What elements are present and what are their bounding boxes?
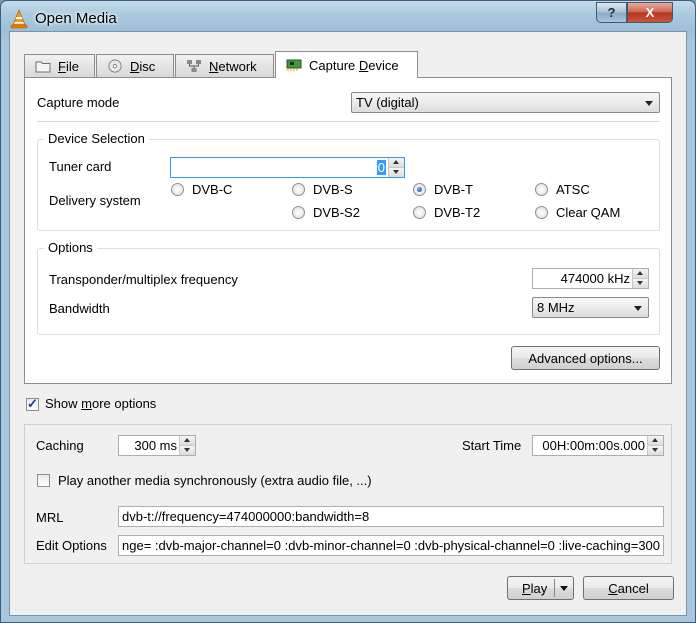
- radio-dvb-t2[interactable]: DVB-T2: [413, 205, 480, 220]
- spin-down-icon[interactable]: [389, 168, 404, 177]
- delivery-system-label: Delivery system: [49, 193, 141, 208]
- divider: [37, 121, 660, 122]
- vlc-cone-icon: [10, 9, 28, 29]
- more-options-panel: Caching 300 ms Start Time 00H:00m:00s.00…: [24, 424, 672, 564]
- spin-down-icon[interactable]: [180, 446, 195, 455]
- caching-label: Caching: [36, 438, 84, 453]
- radio-icon: [171, 183, 184, 196]
- tab-network[interactable]: Network: [175, 54, 274, 77]
- help-button[interactable]: ?: [596, 2, 627, 23]
- device-selection-title: Device Selection: [44, 131, 149, 146]
- start-time-spinbox[interactable]: 00H:00m:00s.000: [532, 435, 664, 456]
- show-more-options-checkbox[interactable]: [26, 396, 39, 412]
- device-selection-group: Device Selection Tuner card 0 Delivery s…: [37, 131, 660, 231]
- bandwidth-combo[interactable]: 8 MHz: [532, 297, 649, 318]
- window-title: Open Media: [35, 10, 117, 27]
- edit-options-label: Edit Options: [36, 538, 107, 553]
- radio-icon: [535, 183, 548, 196]
- spin-up-icon[interactable]: [180, 436, 195, 446]
- mrl-field[interactable]: dvb-t://frequency=474000000:bandwidth=8: [118, 506, 664, 527]
- play-sync-checkbox[interactable]: [37, 474, 50, 487]
- close-icon: X: [645, 5, 655, 20]
- chevron-down-icon: [645, 101, 653, 106]
- radio-selected-icon: [413, 183, 426, 196]
- frequency-spinbox[interactable]: 474000 kHz: [532, 268, 649, 289]
- radio-atsc[interactable]: ATSC: [535, 182, 590, 197]
- frequency-label: Transponder/multiplex frequency: [49, 272, 238, 287]
- play-dropdown-arrow-icon[interactable]: [560, 586, 568, 591]
- spin-up-icon[interactable]: [389, 158, 404, 168]
- spin-down-icon[interactable]: [648, 446, 663, 455]
- radio-dvb-s2[interactable]: DVB-S2: [292, 205, 360, 220]
- tab-file[interactable]: File: [24, 54, 95, 77]
- open-media-window: Open Media ? X File Disc Network Capture…: [0, 0, 696, 623]
- start-time-label: Start Time: [462, 438, 522, 453]
- capture-card-icon: [286, 59, 302, 71]
- play-button[interactable]: Play: [507, 576, 574, 600]
- options-title: Options: [44, 240, 97, 255]
- radio-dvb-t[interactable]: DVB-T: [413, 182, 473, 197]
- network-icon: [187, 60, 201, 72]
- tab-disc[interactable]: Disc: [96, 54, 174, 77]
- close-button[interactable]: X: [627, 2, 673, 23]
- advanced-options-button[interactable]: Advanced options...: [511, 346, 660, 370]
- options-group: Options Transponder/multiplex frequency …: [37, 240, 660, 335]
- folder-icon: [35, 61, 51, 73]
- play-sync-label[interactable]: Play another media synchronously (extra …: [58, 473, 372, 488]
- dialog-client: File Disc Network Capture Device Capture…: [9, 31, 687, 616]
- radio-icon: [413, 206, 426, 219]
- spin-up-icon[interactable]: [648, 436, 663, 446]
- disc-icon: [108, 59, 122, 73]
- radio-icon: [292, 183, 305, 196]
- capture-device-panel: Capture mode TV (digital) Device Selecti…: [24, 77, 672, 384]
- radio-clear-qam[interactable]: Clear QAM: [535, 205, 620, 220]
- mrl-label: MRL: [36, 510, 64, 525]
- show-more-options-label[interactable]: Show more options: [45, 396, 156, 411]
- capture-mode-combo[interactable]: TV (digital): [351, 92, 660, 113]
- tuner-card-label: Tuner card: [49, 159, 112, 174]
- radio-dvb-s[interactable]: DVB-S: [292, 182, 353, 197]
- spin-up-icon[interactable]: [633, 269, 648, 279]
- spin-down-icon[interactable]: [633, 279, 648, 288]
- chevron-down-icon: [634, 306, 642, 311]
- radio-icon: [535, 206, 548, 219]
- tuner-card-spinbox[interactable]: 0: [170, 157, 405, 178]
- cancel-button[interactable]: Cancel: [583, 576, 674, 600]
- caching-spinbox[interactable]: 300 ms: [118, 435, 196, 456]
- tab-capture-device[interactable]: Capture Device: [275, 51, 418, 78]
- radio-icon: [292, 206, 305, 219]
- capture-mode-label: Capture mode: [37, 95, 120, 110]
- radio-dvb-c[interactable]: DVB-C: [171, 182, 232, 197]
- edit-options-field[interactable]: nge= :dvb-major-channel=0 :dvb-minor-cha…: [118, 535, 664, 556]
- bandwidth-label: Bandwidth: [49, 301, 110, 316]
